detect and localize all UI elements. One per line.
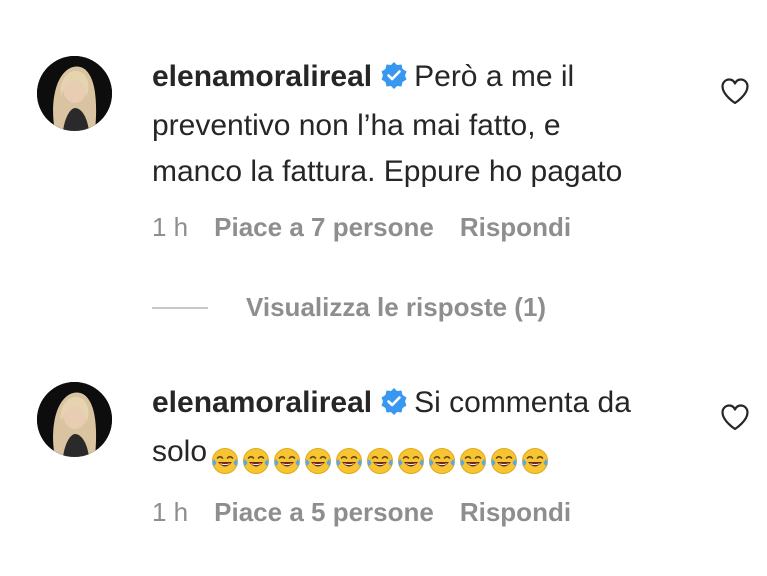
tears-of-joy-emoji [304, 443, 332, 475]
tears-of-joy-emoji [490, 443, 518, 475]
comment-body: elenamoralireal Si commenta da solo [152, 380, 702, 479]
timestamp: 1 h [152, 497, 189, 527]
tears-of-joy-emoji [459, 443, 487, 475]
tears-of-joy-emoji [366, 443, 394, 475]
view-replies-button[interactable]: Visualizza le risposte (1) [152, 292, 546, 323]
like-heart-icon[interactable] [720, 77, 750, 105]
tears-of-joy-emoji [273, 443, 301, 475]
avatar[interactable] [37, 56, 112, 131]
likes-count[interactable]: Piace a 7 persone [214, 212, 434, 242]
like-heart-icon[interactable] [720, 403, 750, 431]
comments-page: elenamoralireal Però a me il preventivo n… [0, 0, 767, 576]
avatar[interactable] [37, 382, 112, 457]
emoji-row [211, 433, 552, 479]
verified-badge-icon [380, 383, 408, 429]
username[interactable]: elenamoralireal [152, 60, 372, 93]
tears-of-joy-emoji [521, 443, 549, 475]
comment-text-line: Si commenta da [414, 386, 631, 419]
tears-of-joy-emoji [335, 443, 363, 475]
timestamp: 1 h [152, 212, 189, 242]
avatar-image [37, 56, 112, 131]
tears-of-joy-emoji [211, 443, 239, 475]
comment-body: elenamoralireal Però a me il preventivo n… [152, 54, 702, 195]
comment-text-line: solo [152, 435, 208, 468]
reply-button[interactable]: Rispondi [460, 212, 571, 242]
reply-button[interactable]: Rispondi [460, 497, 571, 527]
replies-divider [152, 306, 208, 309]
comment-text-line: preventivo non l’ha mai fatto, e [152, 109, 561, 142]
tears-of-joy-emoji [397, 443, 425, 475]
tears-of-joy-emoji [428, 443, 456, 475]
comment-meta: 1 h Piace a 5 persone Rispondi [152, 497, 597, 528]
view-replies-label: Visualizza le risposte (1) [246, 292, 547, 322]
comment-meta: 1 h Piace a 7 persone Rispondi [152, 212, 597, 243]
verified-badge-icon [380, 57, 408, 103]
username[interactable]: elenamoralireal [152, 386, 372, 419]
likes-count[interactable]: Piace a 5 persone [214, 497, 434, 527]
tears-of-joy-emoji [242, 443, 270, 475]
comment-text-line: manco la fattura. Eppure ho pagato [152, 155, 623, 188]
avatar-image [37, 382, 112, 457]
comment-text-line: Però a me il [414, 60, 575, 93]
